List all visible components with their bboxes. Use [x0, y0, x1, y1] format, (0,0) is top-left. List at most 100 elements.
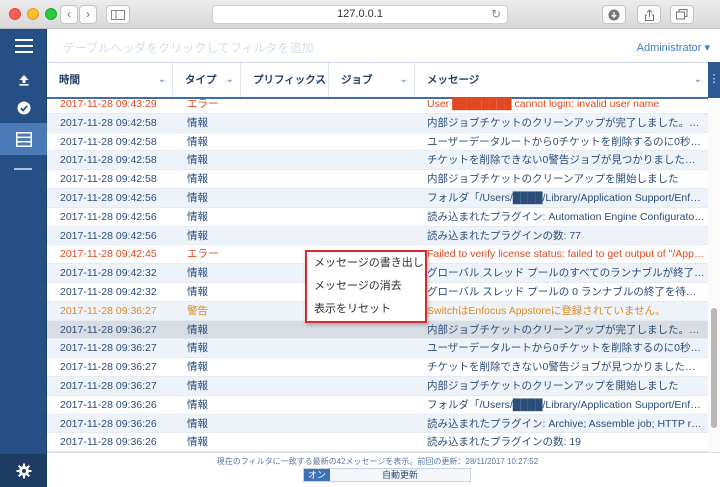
scrollbar-thumb[interactable]: [711, 308, 717, 428]
sidebar-item-check[interactable]: [0, 93, 47, 123]
cell-time: 2017-11-28 09:36:26: [60, 417, 157, 430]
table-row[interactable]: 2017-11-28 09:36:27 情報 内部ジョブチケットのクリーンアップが完…: [47, 320, 708, 340]
table-row[interactable]: 2017-11-28 09:36:27 情報 内部ジョブチケットのクリーンアップを開…: [47, 377, 708, 396]
back-button[interactable]: ‹: [60, 5, 78, 24]
table-row[interactable]: 2017-11-28 09:36:26 情報 読み込まれたプラグインの数: 19: [47, 433, 708, 452]
table-row[interactable]: 2017-11-28 09:42:56 情報 フォルダ「/Users/████/Li…: [47, 189, 708, 208]
column-header-time[interactable]: 時間 ⌄: [47, 63, 173, 97]
cell-time: 2017-11-28 09:42:56: [60, 210, 157, 223]
column-header-message[interactable]: メッセージ ⌄: [415, 63, 708, 97]
cell-message: ユーザーデータルートから0チケットを削除するのに0秒かかり...: [427, 135, 705, 148]
reload-icon[interactable]: ↻: [491, 6, 501, 23]
cell-message: 内部ジョブチケットのクリーンアップが完了しました。クリー...: [427, 116, 705, 129]
cell-time: 2017-11-28 09:36:26: [60, 398, 157, 411]
cell-type: 情報: [187, 267, 208, 280]
cell-time: 2017-11-28 09:42:58: [60, 154, 157, 167]
cell-message: 内部ジョブチケットのクリーンアップを開始しました: [427, 380, 679, 392]
table-row[interactable]: 2017-11-28 09:36:26 情報 フォルダ「/Users/████/Li…: [47, 396, 708, 415]
table-row[interactable]: 2017-11-28 09:36:27 情報 チケットを削除できない0警告ジョブが見…: [47, 358, 708, 377]
cell-message: ユーザーデータルートから0チケットを削除するのに0秒かかり...: [427, 342, 705, 355]
menu-item-export-messages[interactable]: メッセージの書き出し: [307, 252, 425, 275]
toggle-on-label[interactable]: オン: [304, 469, 330, 481]
cell-time: 2017-11-28 09:42:58: [60, 135, 157, 148]
table-row[interactable]: 2017-11-28 09:42:58 情報 チケットを削除できない0警告ジョブが見…: [47, 151, 708, 171]
table-header: 時間 ⌄ タイプ ⌄ プリフィックス ⌄ ジョブ ⌄ メッセージ ⌄: [47, 63, 708, 99]
address-bar[interactable]: 127.0.0.1 ↻: [212, 5, 508, 24]
column-header-type[interactable]: タイプ ⌄: [173, 63, 241, 97]
cell-message: 内部ジョブチケットのクリーンアップが完了しました。クリー...: [427, 323, 705, 336]
menu-item-reset-view[interactable]: 表示をリセット: [307, 298, 425, 321]
gear-icon: [16, 463, 31, 478]
table-row[interactable]: 2017-11-28 09:36:27 情報 ユーザーデータルートから0チケットを削…: [47, 339, 708, 359]
cell-type: エラー: [187, 248, 219, 261]
table-row[interactable]: 2017-11-28 09:42:56 情報 読み込まれたプラグイン: Automa…: [47, 208, 708, 227]
cell-time: 2017-11-28 09:42:45: [60, 248, 157, 261]
cell-time: 2017-11-28 09:36:27: [60, 380, 157, 392]
forward-button[interactable]: ›: [79, 5, 97, 24]
cell-message: SwitchはEnfocus Appstoreに登録されていません。: [427, 304, 666, 317]
caret-down-icon: ▾: [704, 42, 710, 54]
auto-refresh-label[interactable]: 自動更新: [330, 469, 470, 481]
chevron-down-icon: ⌄: [313, 74, 322, 85]
cell-message: フォルダ「/Users/████/Library/Application Sup…: [427, 192, 705, 204]
table-row[interactable]: 2017-11-28 09:42:58 情報 内部ジョブチケットのクリーンアップを開…: [47, 170, 708, 189]
cell-type: 情報: [187, 135, 208, 148]
table-scrollbar[interactable]: [708, 62, 720, 452]
cell-type: エラー: [187, 98, 219, 110]
cell-time: 2017-11-28 09:36:26: [60, 436, 157, 449]
close-window-button[interactable]: [9, 8, 21, 20]
table-row[interactable]: 2017-11-28 09:36:26 情報 読み込まれたプラグイン: Archiv…: [47, 414, 708, 434]
sidebar-divider: [14, 168, 32, 170]
table-row[interactable]: 2017-11-28 09:42:58 情報 内部ジョブチケットのクリーンアップが完…: [47, 113, 708, 133]
sidebar-item-upload[interactable]: [0, 65, 47, 95]
cell-type: 情報: [187, 154, 208, 167]
cell-type: 情報: [187, 323, 208, 336]
cell-type: 情報: [187, 210, 208, 223]
check-circle-icon: [17, 101, 30, 115]
sidebar-toggle-button[interactable]: [106, 5, 130, 24]
chevron-down-icon: ⌄: [225, 74, 234, 85]
column-options-button[interactable]: ⋮: [708, 62, 720, 98]
cell-message: チケットを削除できない0警告ジョブが見つかりました。クラ...: [427, 361, 705, 374]
cell-message: グローバル スレッド プールの 0 ランナブルの終了を待機中: [427, 286, 705, 298]
user-menu[interactable]: Administrator ▾: [637, 41, 710, 54]
settings-button[interactable]: [0, 454, 47, 487]
cell-message: グローバル スレッド プールのすべてのランナブルが終了して...: [427, 267, 705, 280]
table-list-icon: [15, 131, 32, 147]
tabs-icon: [676, 9, 688, 20]
cell-time: 2017-11-28 09:42:32: [60, 267, 157, 280]
status-footer: 現在のフィルタに一致する最新の42メッセージを表示。前回の更新：28/11/20…: [47, 452, 720, 487]
chevron-left-icon: ‹: [67, 7, 71, 21]
status-text: 現在のフィルタに一致する最新の42メッセージを表示。前回の更新：28/11/20…: [216, 457, 539, 466]
column-header-prefix[interactable]: プリフィックス ⌄: [241, 63, 329, 97]
menu-button[interactable]: [0, 31, 47, 61]
column-label: タイプ: [185, 74, 217, 86]
tabs-overview-button[interactable]: [670, 5, 694, 24]
cell-type: 情報: [187, 173, 208, 186]
menu-item-clear-messages[interactable]: メッセージの消去: [307, 275, 425, 298]
auto-refresh-toggle[interactable]: オン 自動更新: [303, 468, 471, 482]
table-row[interactable]: 2017-11-28 09:42:58 情報 ユーザーデータルートから0チケットを削…: [47, 133, 708, 152]
table-row[interactable]: 2017-11-28 09:42:56 情報 読み込まれたプラグインの数: 77: [47, 226, 708, 246]
cell-type: 情報: [187, 361, 208, 374]
cell-type: 情報: [187, 417, 208, 430]
cell-type: 情報: [187, 229, 208, 242]
app-header: テーブルヘッダをクリックしてフィルタを追加 Administrator ▾: [47, 29, 720, 62]
hamburger-icon: [14, 39, 33, 53]
minimize-window-button[interactable]: [27, 8, 39, 20]
sidebar-item-messages[interactable]: [0, 123, 47, 155]
cell-time: 2017-11-28 09:42:58: [60, 173, 157, 186]
cell-time: 2017-11-28 09:42:56: [60, 192, 157, 204]
share-button[interactable]: [637, 5, 661, 24]
column-label: 時間: [59, 74, 80, 86]
cell-message: チケットを削除できない0警告ジョブが見つかりました。クラ...: [427, 154, 705, 167]
cell-message: 読み込まれたプラグイン: Automation Engine Configura…: [427, 210, 705, 223]
cell-time: 2017-11-28 09:42:32: [60, 286, 157, 298]
column-header-job[interactable]: ジョブ ⌄: [329, 63, 415, 97]
browser-toolbar: ‹ › 127.0.0.1 ↻: [0, 0, 720, 29]
zoom-window-button[interactable]: [45, 8, 57, 20]
table-row[interactable]: 2017-11-28 09:43:29 エラー User ████████ cann…: [47, 95, 708, 114]
downloads-button[interactable]: [602, 5, 626, 24]
cell-message: 読み込まれたプラグインの数: 19: [427, 436, 582, 449]
chevron-right-icon: ›: [86, 7, 90, 21]
